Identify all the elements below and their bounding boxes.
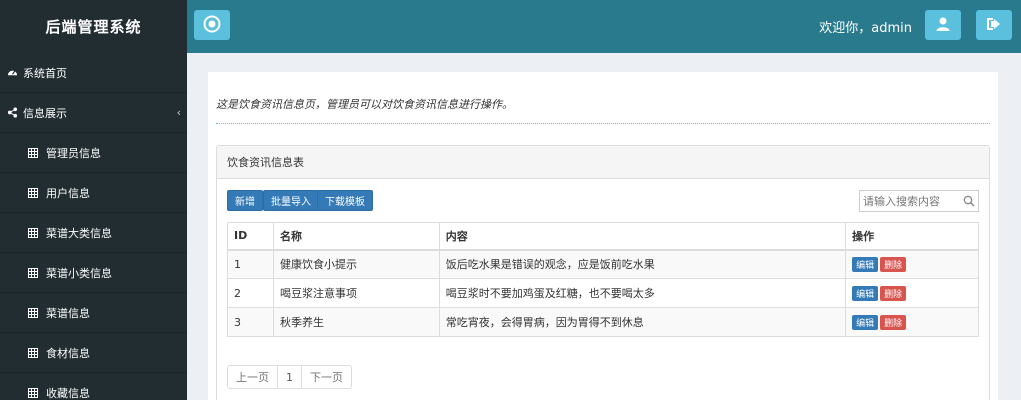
dashboard-icon: [6, 67, 18, 79]
sidebar-menu: 系统首页 信息展示 ‹ 管理员信息 用户信息 菜谱大类信息 菜谱小类信息 菜谱信: [0, 53, 187, 400]
top-header: 欢迎你，admin: [187, 0, 1021, 53]
sidebar-item-label: 用户信息: [46, 186, 90, 200]
sidebar-item-recipe-category[interactable]: 菜谱大类信息: [0, 213, 187, 253]
cell-id: 3: [227, 307, 274, 337]
pagination: 上一页 1 下一页: [227, 365, 352, 389]
column-header-actions: 操作: [845, 222, 979, 251]
delete-button[interactable]: 删除: [880, 256, 907, 272]
table-icon: [27, 227, 39, 239]
welcome-text: 欢迎你，admin: [819, 21, 912, 36]
delete-button[interactable]: 删除: [880, 314, 907, 330]
target-icon: [203, 15, 221, 36]
download-template-button[interactable]: 下载模板: [317, 190, 373, 211]
sidebar-item-label: 收藏信息: [46, 386, 90, 400]
sidebar-item-label: 管理员信息: [46, 146, 101, 160]
chevron-left-icon: ‹: [176, 106, 181, 119]
cell-content: 喝豆浆时不要加鸡蛋及红糖，也不要喝太多: [438, 278, 847, 308]
edit-button[interactable]: 编辑: [852, 285, 879, 301]
user-profile-button[interactable]: [925, 10, 961, 40]
cell-content: 饭后吃水果是错误的观念，应是饭前吃水果: [438, 249, 847, 279]
sidebar-toggle-button[interactable]: [194, 10, 230, 40]
cell-actions: 编辑 删除: [845, 278, 979, 308]
delete-button[interactable]: 删除: [880, 285, 907, 301]
sidebar-item-ingredient-info[interactable]: 食材信息: [0, 333, 187, 373]
sidebar: 后端管理系统 系统首页 信息展示 ‹ 管理员信息 用户信息 菜谱大类信息 菜谱小…: [0, 0, 187, 400]
table-row: 3 秋季养生 常吃宵夜，会得胃病，因为胃得不到休息 编辑 删除: [227, 307, 979, 337]
table-row: 2 喝豆浆注意事项 喝豆浆时不要加鸡蛋及红糖，也不要喝太多 编辑 删除: [227, 278, 979, 308]
sidebar-item-info-display[interactable]: 信息展示 ‹: [0, 93, 187, 133]
page-number-button[interactable]: 1: [278, 366, 302, 388]
edit-button[interactable]: 编辑: [852, 256, 879, 272]
cell-actions: 编辑 删除: [845, 249, 979, 279]
table-icon: [27, 307, 39, 319]
table-icon: [27, 387, 39, 399]
info-table: ID 名称 内容 操作 1 健康饮食小提示 饭后吃水果是错误的观念，应是饭前吃水…: [227, 222, 979, 337]
cell-name: 秋季养生: [272, 307, 440, 337]
table-icon: [27, 267, 39, 279]
logout-button[interactable]: [976, 10, 1012, 40]
next-page-button[interactable]: 下一页: [302, 366, 351, 388]
search-input[interactable]: [860, 191, 960, 211]
cell-actions: 编辑 删除: [845, 307, 979, 337]
table-row: 1 健康饮食小提示 饭后吃水果是错误的观念，应是饭前吃水果 编辑 删除: [227, 249, 979, 279]
user-icon: [935, 16, 951, 35]
sidebar-item-home[interactable]: 系统首页: [0, 53, 187, 93]
main-content: 这是饮食资讯信息页，管理员可以对饮食资讯信息进行操作。 饮食资讯信息表 新增 批…: [208, 72, 998, 400]
sidebar-item-label: 菜谱小类信息: [46, 266, 112, 280]
sidebar-item-recipe-subcategory[interactable]: 菜谱小类信息: [0, 253, 187, 293]
panel-title: 饮食资讯信息表: [217, 146, 989, 179]
page-description: 这是饮食资讯信息页，管理员可以对饮食资讯信息进行操作。: [216, 98, 513, 111]
app-title: 后端管理系统: [0, 0, 187, 53]
add-button[interactable]: 新增: [227, 190, 263, 211]
sidebar-item-admin-info[interactable]: 管理员信息: [0, 133, 187, 173]
share-icon: [6, 107, 18, 119]
table-icon: [27, 147, 39, 159]
prev-page-button[interactable]: 上一页: [228, 366, 278, 388]
cell-name: 喝豆浆注意事项: [272, 278, 440, 308]
table-icon: [27, 347, 39, 359]
cell-id: 1: [227, 249, 274, 279]
sidebar-item-label: 系统首页: [23, 66, 67, 80]
cell-content: 常吃宵夜，会得胃病，因为胃得不到休息: [438, 307, 847, 337]
column-header-name: 名称: [272, 222, 440, 251]
column-header-content: 内容: [438, 222, 847, 251]
info-panel: 饮食资讯信息表 新增 批量导入 下载模板 ID 名称 内容 操作: [216, 145, 990, 400]
sidebar-item-recipe-info[interactable]: 菜谱信息: [0, 293, 187, 333]
divider: [216, 123, 990, 124]
batch-import-button[interactable]: 批量导入: [263, 190, 319, 211]
sidebar-item-label: 食材信息: [46, 346, 90, 360]
sign-out-icon: [985, 16, 1003, 35]
cell-name: 健康饮食小提示: [272, 249, 440, 279]
search-icon[interactable]: [963, 195, 975, 210]
sidebar-item-label: 信息展示: [23, 106, 67, 120]
cell-id: 2: [227, 278, 274, 308]
sidebar-item-label: 菜谱大类信息: [46, 226, 112, 240]
sidebar-item-label: 菜谱信息: [46, 306, 90, 320]
column-header-id: ID: [227, 222, 274, 251]
table-header-row: ID 名称 内容 操作: [227, 222, 979, 251]
search-box: [859, 190, 979, 212]
sidebar-item-user-info[interactable]: 用户信息: [0, 173, 187, 213]
table-icon: [27, 187, 39, 199]
sidebar-item-favorites-info[interactable]: 收藏信息: [0, 373, 187, 400]
edit-button[interactable]: 编辑: [852, 314, 879, 330]
